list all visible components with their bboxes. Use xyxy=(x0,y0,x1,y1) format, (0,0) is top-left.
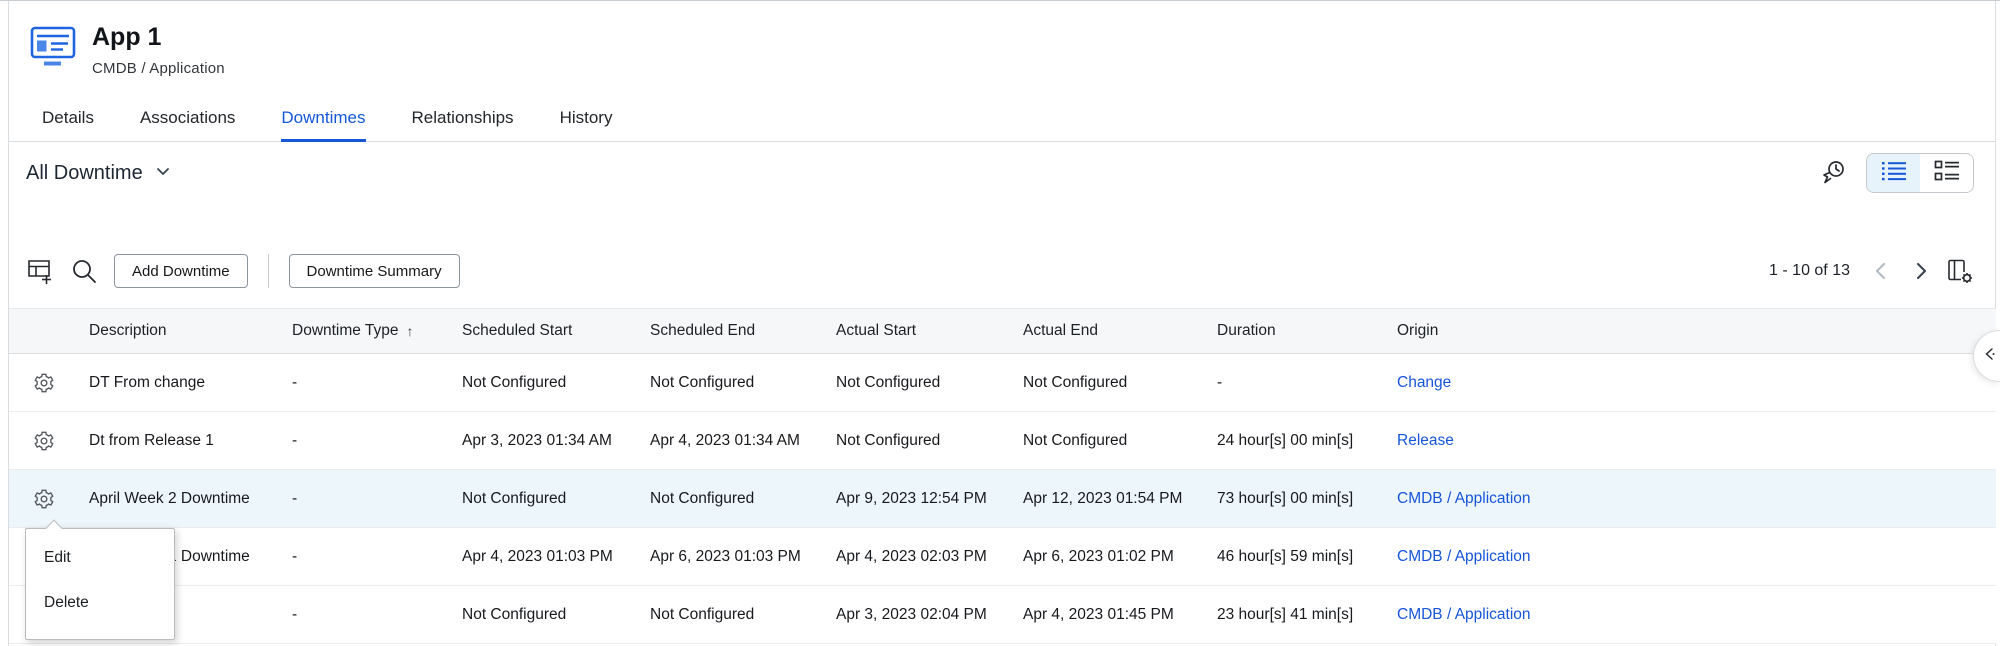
list-view-button[interactable] xyxy=(1867,154,1920,192)
column-header-actual-start[interactable]: Actual Start xyxy=(826,322,1013,340)
table-row[interactable]: - Not Configured Not Configured Apr 3, 2… xyxy=(9,586,1996,644)
cell-description: April Week 2 Downtime xyxy=(79,490,282,508)
downtime-toolbar: Add Downtime Downtime Summary 1 - 10 of … xyxy=(26,250,1974,292)
column-header-description[interactable]: Description xyxy=(79,322,282,340)
cell-actual-start: Apr 4, 2023 02:03 PM xyxy=(826,548,1013,566)
column-settings-icon[interactable] xyxy=(1946,257,1974,285)
menu-item-edit[interactable]: Edit xyxy=(26,535,174,580)
cell-actual-start: Not Configured xyxy=(826,432,1013,450)
column-header-origin[interactable]: Origin xyxy=(1387,322,1996,340)
cell-scheduled-end: Apr 6, 2023 01:03 PM xyxy=(640,548,826,566)
origin-link[interactable]: Release xyxy=(1397,432,1454,449)
downtime-view-label: All Downtime xyxy=(26,162,143,185)
row-actions-gear-icon[interactable] xyxy=(33,372,55,394)
cell-actual-start: Apr 3, 2023 02:04 PM xyxy=(826,606,1013,624)
downtime-summary-button[interactable]: Downtime Summary xyxy=(289,254,460,288)
chevron-left-icon xyxy=(1982,346,1998,367)
cell-description: DT From change xyxy=(79,374,282,392)
add-downtime-button[interactable]: Add Downtime xyxy=(114,254,248,288)
page-title: App 1 xyxy=(92,24,225,52)
cell-scheduled-start: Not Configured xyxy=(452,606,640,624)
row-actions-gear-icon[interactable] xyxy=(33,488,55,510)
cell-duration: - xyxy=(1207,374,1387,392)
cell-scheduled-end: Not Configured xyxy=(640,374,826,392)
menu-item-delete[interactable]: Delete xyxy=(26,580,174,625)
cell-duration: 24 hour[s] 00 min[s] xyxy=(1207,432,1387,450)
list-view-icon xyxy=(1881,159,1907,188)
breadcrumb: CMDB / Application xyxy=(92,60,225,77)
row-actions-gear-icon[interactable] xyxy=(33,430,55,452)
column-header-label: Downtime Type xyxy=(292,322,399,340)
downtime-table: Description Downtime Type ↑ Scheduled St… xyxy=(9,308,1996,644)
view-mode-toggle xyxy=(1866,153,1974,193)
table-row[interactable]: DT From change - Not Configured Not Conf… xyxy=(9,354,1996,412)
pagination-range: 1 - 10 of 13 xyxy=(1769,262,1850,280)
cell-scheduled-start: Not Configured xyxy=(452,490,640,508)
tab-relationships[interactable]: Relationships xyxy=(412,108,514,141)
chevron-down-icon xyxy=(155,163,171,184)
card-view-icon xyxy=(1934,159,1960,188)
tab-history[interactable]: History xyxy=(560,108,613,141)
origin-link[interactable]: CMDB / Application xyxy=(1397,606,1531,623)
origin-link[interactable]: Change xyxy=(1397,374,1451,391)
cell-downtime-type: - xyxy=(282,490,452,508)
tab-bar: Details Associations Downtimes Relations… xyxy=(9,96,1996,142)
card-view-button[interactable] xyxy=(1920,154,1973,192)
cell-actual-end: Not Configured xyxy=(1013,432,1207,450)
previous-page-icon[interactable] xyxy=(1870,259,1894,283)
downtime-history-icon[interactable] xyxy=(1818,158,1848,188)
cell-actual-start: Apr 9, 2023 12:54 PM xyxy=(826,490,1013,508)
tab-associations[interactable]: Associations xyxy=(140,108,235,141)
sort-ascending-icon[interactable]: ↑ xyxy=(407,323,414,339)
column-header-scheduled-end[interactable]: Scheduled End xyxy=(640,322,826,340)
cell-duration: 23 hour[s] 41 min[s] xyxy=(1207,606,1387,624)
table-row[interactable]: April Week 1 Downtime - Apr 4, 2023 01:0… xyxy=(9,528,1996,586)
cell-downtime-type: - xyxy=(282,606,452,624)
column-header-actual-end[interactable]: Actual End xyxy=(1013,322,1207,340)
cell-actual-start: Not Configured xyxy=(826,374,1013,392)
cell-actual-end: Apr 6, 2023 01:02 PM xyxy=(1013,548,1207,566)
cell-downtime-type: - xyxy=(282,374,452,392)
tab-downtimes[interactable]: Downtimes xyxy=(281,108,365,142)
cell-downtime-type: - xyxy=(282,548,452,566)
cell-scheduled-end: Apr 4, 2023 01:34 AM xyxy=(640,432,826,450)
next-page-icon[interactable] xyxy=(1908,259,1932,283)
cell-scheduled-start: Apr 3, 2023 01:34 AM xyxy=(452,432,640,450)
origin-link[interactable]: CMDB / Application xyxy=(1397,490,1531,507)
application-icon xyxy=(30,26,76,77)
cell-actual-end: Apr 4, 2023 01:45 PM xyxy=(1013,606,1207,624)
cell-scheduled-start: Not Configured xyxy=(452,374,640,392)
search-icon[interactable] xyxy=(70,257,98,285)
cell-actual-end: Not Configured xyxy=(1013,374,1207,392)
tab-details[interactable]: Details xyxy=(42,108,94,141)
origin-link[interactable]: CMDB / Application xyxy=(1397,548,1531,565)
table-row-selected[interactable]: April Week 2 Downtime - Not Configured N… xyxy=(9,470,1996,528)
page-header: App 1 CMDB / Application xyxy=(30,24,225,77)
column-header-scheduled-start[interactable]: Scheduled Start xyxy=(452,322,640,340)
window-top-border xyxy=(0,0,2000,1)
toolbar-divider xyxy=(268,254,269,288)
table-row[interactable]: Dt from Release 1 - Apr 3, 2023 01:34 AM… xyxy=(9,412,1996,470)
cell-duration: 46 hour[s] 59 min[s] xyxy=(1207,548,1387,566)
row-actions-context-menu: Edit Delete xyxy=(25,528,175,640)
cell-scheduled-end: Not Configured xyxy=(640,490,826,508)
cell-downtime-type: - xyxy=(282,432,452,450)
table-add-icon[interactable] xyxy=(26,257,54,285)
downtime-view-select[interactable]: All Downtime xyxy=(26,162,171,185)
filter-bar: All Downtime xyxy=(26,148,1974,198)
cell-scheduled-end: Not Configured xyxy=(640,606,826,624)
cell-scheduled-start: Apr 4, 2023 01:03 PM xyxy=(452,548,640,566)
column-header-downtime-type[interactable]: Downtime Type ↑ xyxy=(282,322,452,340)
cell-actual-end: Apr 12, 2023 01:54 PM xyxy=(1013,490,1207,508)
table-header-row: Description Downtime Type ↑ Scheduled St… xyxy=(9,308,1996,354)
column-header-duration[interactable]: Duration xyxy=(1207,322,1387,340)
cell-duration: 73 hour[s] 00 min[s] xyxy=(1207,490,1387,508)
cell-description: Dt from Release 1 xyxy=(79,432,282,450)
